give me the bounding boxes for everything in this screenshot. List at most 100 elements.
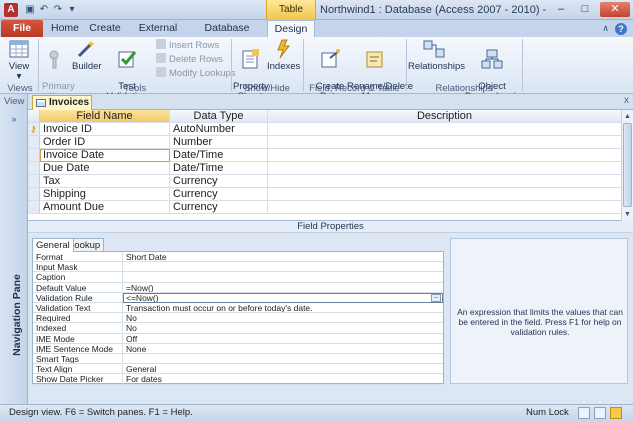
save-icon[interactable]: ▣ [24, 4, 36, 16]
navigation-pane[interactable]: View » Navigation Pane [0, 94, 28, 404]
description-cell[interactable] [268, 162, 621, 175]
scroll-down-icon[interactable]: ▼ [622, 209, 633, 220]
navigation-pane-label[interactable]: Navigation Pane [2, 264, 26, 374]
field-name-cell[interactable]: Invoice ID [40, 123, 170, 136]
table-row[interactable]: Invoice Date Date/Time [28, 149, 621, 162]
maximize-button[interactable]: □ [574, 2, 596, 17]
close-button[interactable]: ✕ [600, 2, 630, 17]
property-row[interactable]: Caption [33, 272, 443, 283]
description-cell[interactable] [268, 149, 621, 162]
tab-database-tools[interactable]: Database Tools [193, 20, 261, 51]
tab-create[interactable]: Create [88, 20, 122, 37]
scroll-thumb[interactable] [623, 123, 632, 207]
property-row[interactable]: Validation Rule <=Now()... [33, 292, 443, 303]
access-app-icon[interactable]: A [4, 3, 18, 17]
row-selector[interactable] [28, 188, 40, 201]
property-row[interactable]: Required No [33, 313, 443, 324]
undo-icon[interactable]: ↶ [38, 4, 50, 16]
expression-builder-button[interactable]: ... [431, 293, 441, 302]
property-value[interactable] [123, 262, 443, 273]
view-button[interactable]: View ▾ [4, 38, 34, 82]
field-name-cell[interactable]: Shipping [40, 188, 170, 201]
field-name-cell[interactable]: Tax [40, 175, 170, 188]
table-row[interactable]: ⚷ Invoice ID AutoNumber [28, 123, 621, 136]
description-cell[interactable] [268, 123, 621, 136]
tab-design[interactable]: Design [267, 20, 315, 37]
property-value[interactable]: General [123, 364, 443, 375]
row-selector[interactable] [28, 175, 40, 188]
table-row[interactable]: Order ID Number [28, 136, 621, 149]
property-value[interactable] [123, 354, 443, 365]
tab-home[interactable]: Home [48, 20, 82, 37]
property-row[interactable]: Default Value =Now() [33, 282, 443, 293]
row-selector[interactable]: ⚷ [28, 123, 40, 136]
row-selector[interactable] [28, 136, 40, 149]
pivot-view-icon[interactable] [594, 407, 606, 419]
delete-rows-label: Delete Rows [169, 54, 223, 65]
data-type-cell[interactable]: AutoNumber [170, 123, 268, 136]
customize-qat-icon[interactable]: ▾ [66, 4, 78, 16]
data-type-cell[interactable]: Date/Time [170, 162, 268, 175]
table-row[interactable]: Due Date Date/Time [28, 162, 621, 175]
property-value[interactable]: Transaction must occur on or before toda… [123, 303, 443, 314]
data-type-cell[interactable]: Date/Time [170, 149, 268, 162]
minimize-ribbon-icon[interactable]: ∧ [602, 23, 609, 34]
tab-file[interactable]: File [1, 20, 43, 37]
data-type-cell[interactable]: Currency [170, 201, 268, 214]
help-icon[interactable]: ? [615, 23, 627, 35]
description-cell[interactable] [268, 201, 621, 214]
tab-external-data[interactable]: External Data [130, 20, 186, 51]
relationships-button[interactable]: Relationships [408, 38, 465, 72]
datasheet-view-icon[interactable] [578, 407, 590, 419]
redo-icon[interactable]: ↷ [52, 4, 64, 16]
property-value[interactable]: =Now() [123, 283, 443, 293]
property-row[interactable]: Validation Text Transaction must occur on… [33, 303, 443, 314]
property-value[interactable]: Short Date [123, 252, 443, 263]
property-row[interactable]: IME Mode Off [33, 333, 443, 344]
row-selector[interactable] [28, 162, 40, 175]
row-selector[interactable] [28, 201, 40, 214]
property-value[interactable]: No [123, 323, 443, 334]
field-name-cell[interactable]: Invoice Date [40, 149, 170, 162]
property-row[interactable]: IME Sentence Mode None [33, 343, 443, 354]
table-row[interactable]: Tax Currency [28, 175, 621, 188]
property-row[interactable]: Input Mask [33, 262, 443, 273]
field-name-cell[interactable]: Order ID [40, 136, 170, 149]
field-name-cell[interactable]: Due Date [40, 162, 170, 175]
data-type-cell[interactable]: Number [170, 136, 268, 149]
property-row[interactable]: Show Date Picker For dates [33, 374, 443, 385]
close-document-icon[interactable]: x [624, 95, 629, 106]
description-cell[interactable] [268, 175, 621, 188]
property-value[interactable] [123, 272, 443, 283]
data-type-cell[interactable]: Currency [170, 175, 268, 188]
property-row[interactable]: Text Align General [33, 364, 443, 375]
data-type-cell[interactable]: Currency [170, 188, 268, 201]
property-grid: Format Short Date Input Mask Caption Defa… [32, 251, 444, 385]
table-row[interactable]: Shipping Currency [28, 188, 621, 201]
description-cell[interactable] [268, 188, 621, 201]
design-view-icon[interactable] [610, 407, 622, 419]
scroll-up-icon[interactable]: ▲ [622, 111, 633, 122]
property-name: Required [33, 313, 123, 324]
description-cell[interactable] [268, 136, 621, 149]
property-value[interactable]: For dates [123, 374, 443, 385]
validation-rule-input[interactable]: <=Now() [123, 292, 443, 303]
property-row[interactable]: Indexed No [33, 323, 443, 334]
grid-vertical-scrollbar[interactable]: ▲ ▼ [621, 110, 633, 221]
row-selector[interactable] [28, 149, 40, 162]
property-value[interactable]: None [123, 344, 443, 354]
field-name-cell[interactable]: Amount Due [40, 201, 170, 214]
minimize-button[interactable]: – [550, 2, 572, 17]
property-row[interactable]: Format Short Date [33, 252, 443, 263]
group-views-label: Views [7, 83, 33, 94]
indexes-button[interactable]: Indexes [267, 38, 300, 72]
builder-button[interactable]: Builder [72, 38, 102, 72]
nav-pane-expand-icon[interactable]: » [7, 114, 21, 126]
tab-invoices[interactable]: Invoices [32, 95, 92, 111]
tab-general[interactable]: General [32, 238, 74, 252]
table-row[interactable]: Amount Due Currency [28, 201, 621, 214]
property-value[interactable]: No [123, 313, 443, 324]
header-selector[interactable] [28, 110, 40, 123]
property-row[interactable]: Smart Tags [33, 354, 443, 365]
property-value[interactable]: Off [123, 334, 443, 344]
